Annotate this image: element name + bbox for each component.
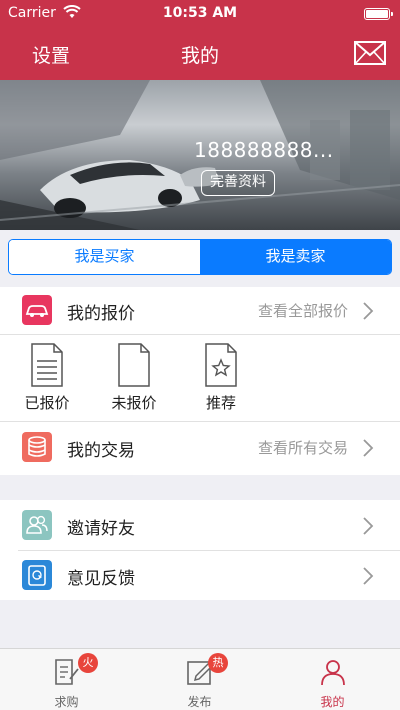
- my-trades-row[interactable]: 我的交易 查看所有交易: [0, 424, 400, 470]
- status-bar: Carrier 10:53 AM: [0, 0, 400, 28]
- tab-buyer[interactable]: 我是买家: [9, 240, 200, 274]
- quotes-trades-card: 我的报价 查看全部报价 已报价 未报价 推荐 我的交易 查看所有交易: [0, 287, 400, 475]
- phone-number: 188888888...: [194, 138, 334, 162]
- chevron-right-icon: [362, 438, 374, 462]
- people-icon: [22, 510, 52, 540]
- tab-publish[interactable]: 热 发布: [133, 649, 266, 710]
- tab-label: 发布: [187, 695, 212, 709]
- my-quotes-label: 我的报价: [67, 304, 135, 324]
- tab-label: 我的: [320, 695, 345, 709]
- profile-banner: 188888888... 完善资料: [0, 80, 400, 230]
- page-title: 我的: [180, 45, 219, 67]
- complete-profile-button[interactable]: 完善资料: [201, 170, 275, 196]
- tab-mine[interactable]: 我的: [266, 649, 399, 710]
- clock: 10:53 AM: [162, 5, 238, 21]
- my-quotes-row[interactable]: 我的报价 查看全部报价: [0, 287, 400, 333]
- person-icon: [321, 660, 345, 686]
- tab-bar: 火 求购 热 发布 我的: [0, 648, 400, 710]
- tab-purchase[interactable]: 火 求购: [0, 649, 133, 710]
- invite-friends-row[interactable]: 邀请好友: [0, 502, 400, 548]
- document-lines-icon: [31, 343, 63, 387]
- database-icon: [22, 432, 52, 462]
- mail-icon[interactable]: [354, 41, 386, 69]
- chevron-right-icon: [362, 566, 374, 590]
- recommended-label: 推荐: [205, 394, 236, 412]
- view-all-quotes-link[interactable]: 查看全部报价: [258, 300, 348, 321]
- divider: [0, 421, 400, 422]
- role-segmented-control: 我是买家 我是卖家: [8, 239, 392, 275]
- unquoted-label: 未报价: [111, 394, 157, 412]
- tab-label: 求购: [54, 695, 79, 709]
- feedback-row[interactable]: 意见反馈: [0, 552, 400, 598]
- hot-badge: 热: [208, 653, 228, 673]
- feedback-label: 意见反馈: [67, 569, 135, 589]
- edit-doc-icon: [55, 659, 79, 685]
- battery-icon: [364, 8, 393, 20]
- view-all-trades-link[interactable]: 查看所有交易: [258, 437, 348, 458]
- quoted-label: 已报价: [24, 394, 70, 412]
- mailbox-icon: [22, 560, 52, 590]
- divider: [18, 550, 400, 551]
- hot-badge: 火: [78, 653, 98, 673]
- chevron-right-icon: [362, 301, 374, 325]
- settings-card: 邀请好友 意见反馈: [0, 500, 400, 600]
- document-blank-icon: [118, 343, 150, 387]
- my-trades-label: 我的交易: [67, 441, 135, 461]
- nav-bar: 设置 我的: [0, 28, 400, 80]
- chevron-right-icon: [362, 516, 374, 540]
- car-icon: [22, 295, 52, 325]
- quote-status-grid: 已报价 未报价 推荐: [0, 335, 400, 421]
- tab-seller[interactable]: 我是卖家: [200, 240, 391, 274]
- invite-friends-label: 邀请好友: [67, 519, 135, 539]
- document-star-icon: [205, 343, 237, 387]
